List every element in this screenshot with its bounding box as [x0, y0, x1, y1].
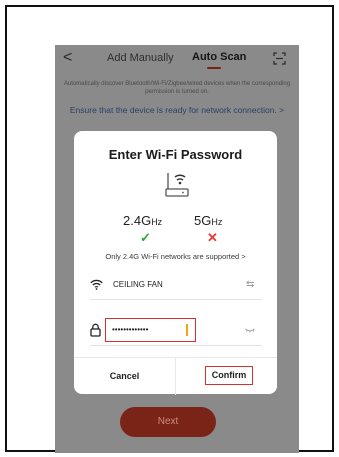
eye-closed-icon[interactable] — [245, 328, 255, 333]
dialog-title: Enter Wi-Fi Password — [108, 147, 243, 162]
active-tab-indicator — [207, 67, 221, 69]
scan-icon[interactable] — [273, 52, 286, 65]
divider — [175, 358, 176, 395]
back-icon[interactable]: < — [63, 49, 72, 67]
password-input[interactable]: ••••••••••••• — [105, 318, 196, 342]
lock-icon — [90, 323, 101, 337]
password-value: ••••••••••••• — [112, 325, 149, 334]
router-icon — [165, 173, 189, 197]
header-bar: < Add Manually Auto Scan — [55, 45, 299, 75]
ensure-ready-link[interactable]: Ensure that the device is ready for netw… — [55, 105, 299, 115]
network-name: CEILING FAN — [113, 280, 163, 289]
cross-icon: ✕ — [207, 230, 218, 245]
network-row[interactable]: CEILING FAN ⇆ — [90, 277, 262, 295]
auto-scan-description: Automatically discover Bluetooth/Wi-Fi/Z… — [63, 81, 291, 95]
divider — [90, 299, 262, 300]
dialog-actions: Cancel Confirm — [74, 357, 277, 395]
supported-networks-link[interactable]: Only 2.4G Wi-Fi networks are supported > — [74, 252, 277, 261]
band-2-4ghz-label: 2.4GHz — [123, 213, 163, 228]
tab-auto-scan[interactable]: Auto Scan — [192, 51, 246, 63]
wifi-icon — [90, 279, 103, 290]
phone-screen: < Add Manually Auto Scan Automatically d… — [55, 45, 299, 453]
confirm-button[interactable]: Confirm — [205, 366, 253, 385]
text-cursor — [186, 324, 188, 336]
divider — [90, 345, 262, 346]
cancel-button[interactable]: Cancel — [74, 358, 175, 395]
tab-add-manually[interactable]: Add Manually — [107, 52, 174, 64]
next-button[interactable]: Next — [120, 407, 216, 437]
screenshot-frame: < Add Manually Auto Scan Automatically d… — [5, 5, 334, 453]
check-icon: ✓ — [140, 230, 151, 245]
wifi-password-dialog: Enter Wi-Fi Password 2.4GHz 5GHz ✓ ✕ Onl… — [74, 131, 277, 395]
switch-network-icon[interactable]: ⇆ — [246, 279, 254, 290]
band-5ghz-label: 5GHz — [194, 213, 223, 228]
